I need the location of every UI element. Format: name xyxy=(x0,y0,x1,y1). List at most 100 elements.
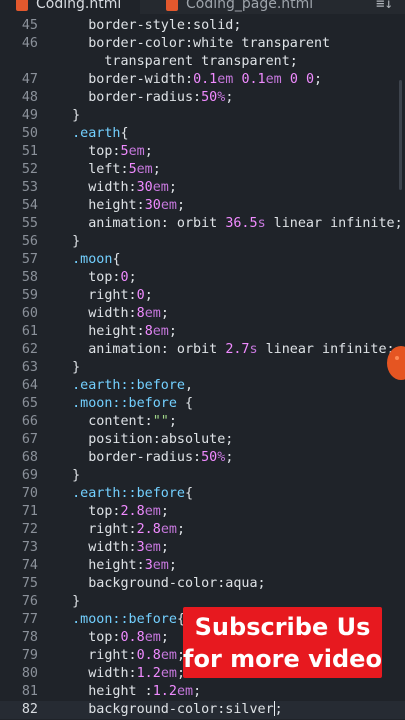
code-line[interactable]: 53 width:30em; xyxy=(0,179,405,197)
code-text: top:0; xyxy=(56,270,137,285)
code-text: .earth::before{ xyxy=(72,486,194,501)
line-number: 73 xyxy=(21,540,38,555)
line-number: 67 xyxy=(21,432,38,447)
code-text: border-radius:50%; xyxy=(56,450,234,465)
code-text: width:3em; xyxy=(56,540,169,555)
code-line[interactable]: 66 content:""; xyxy=(0,413,405,431)
code-text: animation: orbit 2.7s linear infinite; xyxy=(56,342,395,357)
line-number: 77 xyxy=(21,612,38,627)
code-line[interactable]: 64 .earth::before, xyxy=(0,377,405,395)
code-line[interactable]: 59 right:0; xyxy=(0,287,405,305)
line-number: 59 xyxy=(21,288,38,303)
code-text: background-color:aqua; xyxy=(56,576,266,591)
line-number: 70 xyxy=(21,486,38,501)
code-line[interactable]: 57 .moon{ xyxy=(0,251,405,269)
line-number: 45 xyxy=(21,18,38,33)
code-text: width:30em; xyxy=(56,180,177,195)
line-number: 72 xyxy=(21,522,38,537)
line-number: 55 xyxy=(21,216,38,231)
line-number: 58 xyxy=(21,270,38,285)
code-line[interactable]: 54 height:30em; xyxy=(0,197,405,215)
line-number: 76 xyxy=(21,594,38,609)
code-line[interactable]: 69 } xyxy=(0,467,405,485)
code-line[interactable]: 62 animation: orbit 2.7s linear infinite… xyxy=(0,341,405,359)
html-file-icon xyxy=(166,0,178,11)
line-number: 80 xyxy=(21,666,38,681)
tab-coding-page-html[interactable]: Coding_page.html xyxy=(150,0,313,14)
code-line[interactable]: 73 width:3em; xyxy=(0,539,405,557)
line-number: 71 xyxy=(21,504,38,519)
code-line[interactable]: 71 top:2.8em; xyxy=(0,503,405,521)
code-text: position:absolute; xyxy=(56,432,234,447)
code-line[interactable]: 63 } xyxy=(0,359,405,377)
code-text: .moon::before { xyxy=(72,396,194,411)
code-line[interactable]: 81 height :1.2em; xyxy=(0,683,405,701)
code-line[interactable]: 82 background-color:silver; xyxy=(0,701,405,719)
code-text: border-color:white transparent xyxy=(56,36,331,51)
code-text: width:8em; xyxy=(56,306,169,321)
code-text: .moon{ xyxy=(72,252,121,267)
line-number: 75 xyxy=(21,576,38,591)
code-line[interactable]: 46 border-color:white transparent xyxy=(0,35,405,53)
code-text: } xyxy=(56,594,81,609)
code-text: right:2.8em; xyxy=(56,522,185,537)
code-line[interactable]: 51 top:5em; xyxy=(0,143,405,161)
code-line[interactable]: 74 height:3em; xyxy=(0,557,405,575)
code-line[interactable]: 50 .earth{ xyxy=(0,125,405,143)
code-line[interactable]: 70 .earth::before{ xyxy=(0,485,405,503)
code-line[interactable]: transparent transparent; xyxy=(0,53,405,71)
code-line[interactable]: 68 border-radius:50%; xyxy=(0,449,405,467)
html-file-icon xyxy=(16,0,28,11)
code-line[interactable]: 52 left:5em; xyxy=(0,161,405,179)
line-number: 79 xyxy=(21,648,38,663)
code-text: left:5em; xyxy=(56,162,161,177)
code-line[interactable]: 61 height:8em; xyxy=(0,323,405,341)
line-number: 47 xyxy=(21,72,38,87)
line-number: 61 xyxy=(21,324,38,339)
code-text: border-width:0.1em 0.1em 0 0; xyxy=(56,72,323,87)
code-text: transparent transparent; xyxy=(56,54,298,69)
code-line[interactable]: 47 border-width:0.1em 0.1em 0 0; xyxy=(0,71,405,89)
code-text: .earth::before, xyxy=(72,378,194,393)
line-number: 63 xyxy=(21,360,38,375)
code-line[interactable]: 45 border-style:solid; xyxy=(0,17,405,35)
line-number: 62 xyxy=(21,342,38,357)
line-number: 51 xyxy=(21,144,38,159)
line-number: 49 xyxy=(21,108,38,123)
code-text: right:0.8em; xyxy=(56,648,185,663)
code-line[interactable]: 67 position:absolute; xyxy=(0,431,405,449)
code-line[interactable]: 65 .moon::before { xyxy=(0,395,405,413)
line-number: 57 xyxy=(21,252,38,267)
code-line[interactable]: 48 border-radius:50%; xyxy=(0,89,405,107)
line-number: 74 xyxy=(21,558,38,573)
line-number: 65 xyxy=(21,396,38,411)
code-text: } xyxy=(56,234,81,249)
line-number: 54 xyxy=(21,198,38,213)
line-number: 66 xyxy=(21,414,38,429)
tab-actions-menu-icon[interactable]: ≡↓ xyxy=(376,0,393,12)
text-cursor xyxy=(273,701,275,716)
line-number: 78 xyxy=(21,630,38,645)
code-text: content:""; xyxy=(56,414,177,429)
code-text: height:30em; xyxy=(56,198,185,213)
code-text: } xyxy=(56,468,81,483)
code-line[interactable]: 56 } xyxy=(0,233,405,251)
line-number: 46 xyxy=(21,36,38,51)
line-number: 52 xyxy=(21,162,38,177)
code-text: right:0; xyxy=(56,288,153,303)
tab-coding-html[interactable]: Coding.html xyxy=(0,0,140,14)
code-line[interactable]: 75 background-color:aqua; xyxy=(0,575,405,593)
code-line[interactable]: 58 top:0; xyxy=(0,269,405,287)
tab-label: Coding_page.html xyxy=(186,0,314,12)
line-number: 69 xyxy=(21,468,38,483)
code-line[interactable]: 55 animation: orbit 36.5s linear infinit… xyxy=(0,215,405,233)
code-line[interactable]: 72 right:2.8em; xyxy=(0,521,405,539)
code-text: border-style:solid; xyxy=(56,18,242,33)
line-number: 48 xyxy=(21,90,38,105)
code-line[interactable]: 49 } xyxy=(0,107,405,125)
subscribe-line-1: Subscribe Us xyxy=(194,612,371,641)
code-line[interactable]: 60 width:8em; xyxy=(0,305,405,323)
scrollbar-thumb[interactable] xyxy=(399,80,402,190)
code-text: } xyxy=(56,360,81,375)
code-text: } xyxy=(56,108,81,123)
